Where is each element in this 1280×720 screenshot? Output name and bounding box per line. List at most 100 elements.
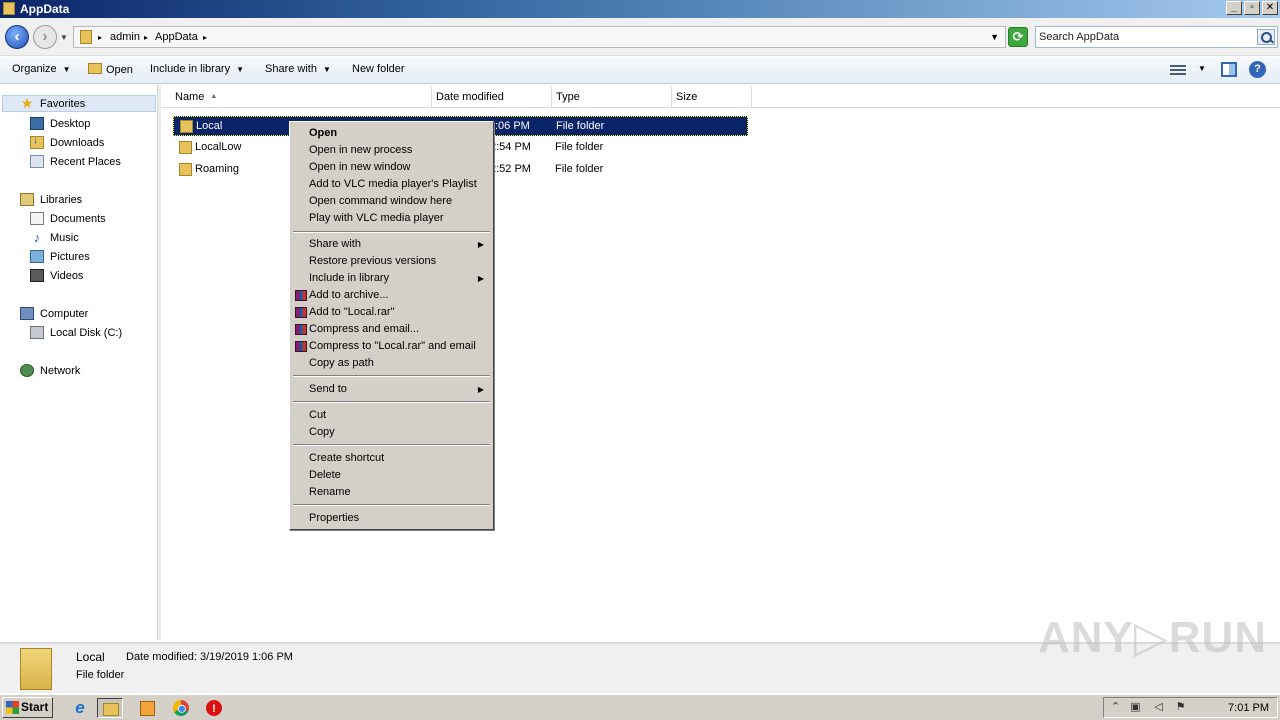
menu-item-cut[interactable]: Cut xyxy=(293,407,490,424)
include-in-library-button[interactable]: Include in library ▼ xyxy=(150,63,244,75)
windows-explorer-icon[interactable] xyxy=(97,698,123,718)
nav-label: Downloads xyxy=(50,136,105,149)
menu-item-restore-previous-versions[interactable]: Restore previous versions xyxy=(293,253,490,270)
nav-recent-places[interactable]: Recent Places xyxy=(30,153,121,170)
menu-item-share-with[interactable]: Share with ▶ xyxy=(293,236,490,253)
menu-item-include-in-library[interactable]: Include in library ▶ xyxy=(293,270,490,287)
menu-item-add-to-archive[interactable]: Add to archive... xyxy=(293,287,490,304)
breadcrumb-appdata[interactable]: AppData xyxy=(155,31,198,43)
menu-item-copy-as-path[interactable]: Copy as path xyxy=(293,355,490,372)
open-button[interactable]: Open xyxy=(88,63,133,76)
share-with-button[interactable]: Share with ▼ xyxy=(265,63,331,75)
nav-favorites[interactable]: ★ Favorites xyxy=(2,95,156,112)
chevron-down-icon: ▼ xyxy=(322,65,331,74)
menu-item-open[interactable]: Open xyxy=(293,125,490,142)
nav-libraries[interactable]: Libraries xyxy=(20,191,82,208)
menu-item-open-command-window[interactable]: Open command window here xyxy=(293,193,490,210)
nav-local-disk[interactable]: Local Disk (C:) xyxy=(30,324,122,341)
column-header-name[interactable]: Name ▲ xyxy=(161,86,432,108)
menu-item-send-to[interactable]: Send to ▶ xyxy=(293,381,490,398)
chevron-right-icon[interactable]: ▸ xyxy=(98,33,102,42)
row-date: 2:52 PM xyxy=(490,163,531,175)
start-button[interactable]: Start xyxy=(2,697,53,718)
breadcrumb-admin[interactable]: admin xyxy=(110,31,140,43)
menu-label: Send to xyxy=(309,383,347,395)
nav-label: Favorites xyxy=(40,97,86,110)
menu-item-open-new-process[interactable]: Open in new process xyxy=(293,142,490,159)
maximize-button[interactable]: ▫ xyxy=(1244,1,1260,15)
menu-item-rename[interactable]: Rename xyxy=(293,484,490,501)
row-date: 2:54 PM xyxy=(490,141,531,153)
chevron-right-icon[interactable]: ▸ xyxy=(144,33,148,42)
recent-pages-dropdown[interactable]: ▼ xyxy=(60,33,68,42)
media-player-icon[interactable] xyxy=(137,698,157,718)
chevron-right-icon[interactable]: ▸ xyxy=(203,33,207,42)
help-icon[interactable]: ? xyxy=(1249,61,1266,78)
preview-pane-icon[interactable] xyxy=(1221,62,1237,77)
nav-pictures[interactable]: Pictures xyxy=(30,248,90,265)
view-options-dropdown[interactable]: ▼ xyxy=(1198,64,1206,73)
downloads-icon xyxy=(30,135,44,149)
back-button[interactable]: ‹ xyxy=(5,25,29,49)
address-bar[interactable]: ▸ admin ▸ AppData ▸ ▼ xyxy=(73,26,1006,48)
menu-item-play-vlc[interactable]: Play with VLC media player xyxy=(293,210,490,227)
menu-item-add-to-local-rar[interactable]: Add to "Local.rar" xyxy=(293,304,490,321)
pane-splitter[interactable] xyxy=(158,85,161,640)
desktop-icon xyxy=(30,117,44,130)
column-header-size[interactable]: Size xyxy=(672,86,752,108)
search-icon[interactable] xyxy=(1257,29,1275,45)
internet-explorer-icon[interactable]: e xyxy=(70,698,90,718)
nav-computer[interactable]: Computer xyxy=(20,305,88,322)
chrome-icon[interactable] xyxy=(173,700,189,716)
network-tray-icon[interactable]: ▣ xyxy=(1129,701,1142,714)
folder-icon xyxy=(20,648,52,690)
folder-icon xyxy=(179,141,192,154)
folder-icon xyxy=(3,2,15,15)
system-tray: ⌃ ▣ ◁ ⚑ 7:01 PM xyxy=(1103,697,1278,718)
search-input[interactable] xyxy=(1039,29,1249,45)
include-in-library-label: Include in library xyxy=(150,63,231,75)
nav-downloads[interactable]: Downloads xyxy=(30,134,104,151)
menu-item-open-new-window[interactable]: Open in new window xyxy=(293,159,490,176)
menu-item-delete[interactable]: Delete xyxy=(293,467,490,484)
forward-button[interactable]: › xyxy=(33,25,57,49)
nav-desktop[interactable]: Desktop xyxy=(30,115,90,132)
new-folder-button[interactable]: New folder xyxy=(352,63,405,75)
nav-videos[interactable]: Videos xyxy=(30,267,83,284)
windows-logo-icon xyxy=(6,701,19,714)
nav-documents[interactable]: Documents xyxy=(30,210,106,227)
action-center-flag-icon[interactable]: ⚑ xyxy=(1174,701,1187,714)
column-header-date-modified[interactable]: Date modified xyxy=(432,86,552,108)
refresh-button[interactable]: ⟳ xyxy=(1008,27,1028,47)
address-history-dropdown[interactable]: ▼ xyxy=(990,32,999,42)
menu-item-copy[interactable]: Copy xyxy=(293,424,490,441)
context-menu: Open Open in new process Open in new win… xyxy=(289,121,494,530)
share-with-label: Share with xyxy=(265,63,317,75)
menu-label: Add to "Local.rar" xyxy=(309,306,395,318)
menu-item-compress-local-rar-email[interactable]: Compress to "Local.rar" and email xyxy=(293,338,490,355)
stop-icon[interactable]: ! xyxy=(206,700,222,716)
column-header-type[interactable]: Type xyxy=(552,86,672,108)
menu-item-compress-and-email[interactable]: Compress and email... xyxy=(293,321,490,338)
winrar-icon xyxy=(295,324,307,335)
menu-item-properties[interactable]: Properties xyxy=(293,510,490,527)
minimize-button[interactable]: _ xyxy=(1226,1,1242,15)
row-name: Local xyxy=(196,120,223,132)
folder-icon xyxy=(179,163,192,176)
menu-item-add-vlc-playlist[interactable]: Add to VLC media player's Playlist xyxy=(293,176,490,193)
close-button[interactable]: ✕ xyxy=(1262,1,1278,15)
menu-item-create-shortcut[interactable]: Create shortcut xyxy=(293,450,490,467)
show-hidden-icons-icon[interactable]: ⌃ xyxy=(1109,701,1122,714)
menu-separator xyxy=(293,401,490,403)
clock[interactable]: 7:01 PM xyxy=(1228,702,1269,714)
nav-music[interactable]: ♪ Music xyxy=(30,229,79,246)
nav-label: Documents xyxy=(50,212,106,225)
organize-button[interactable]: Organize ▼ xyxy=(12,63,71,75)
menu-separator xyxy=(293,375,490,377)
search-box[interactable] xyxy=(1035,26,1278,48)
volume-icon[interactable]: ◁ xyxy=(1152,701,1165,714)
address-row: ‹ › ▼ ▸ admin ▸ AppData ▸ ▼ ⟳ xyxy=(0,18,1280,56)
row-date: :06 PM xyxy=(495,120,530,132)
nav-network[interactable]: Network xyxy=(20,362,80,379)
change-view-icon[interactable] xyxy=(1170,63,1186,77)
